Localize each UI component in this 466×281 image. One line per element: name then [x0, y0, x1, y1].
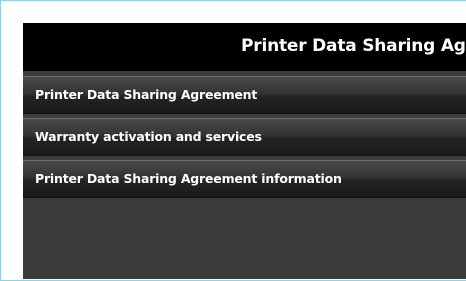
screenshot-frame: Printer Data Sharing Agre Printer Data S…: [0, 0, 466, 281]
printer-control-panel-screen: Printer Data Sharing Agre Printer Data S…: [23, 23, 466, 279]
menu-item-label: Printer Data Sharing Agreement: [35, 87, 258, 102]
menu-item-printer-data-sharing-agreement[interactable]: Printer Data Sharing Agreement: [23, 76, 466, 114]
title-bar: Printer Data Sharing Agre: [23, 23, 466, 71]
menu-item-warranty-activation-and-services[interactable]: Warranty activation and services: [23, 118, 466, 156]
page-title: Printer Data Sharing Agre: [241, 36, 466, 56]
menu-item-printer-data-sharing-agreement-information[interactable]: Printer Data Sharing Agreement informati…: [23, 160, 466, 198]
menu-item-label: Printer Data Sharing Agreement informati…: [35, 171, 342, 186]
empty-list-area: [23, 199, 466, 279]
menu-item-label: Warranty activation and services: [35, 129, 262, 144]
